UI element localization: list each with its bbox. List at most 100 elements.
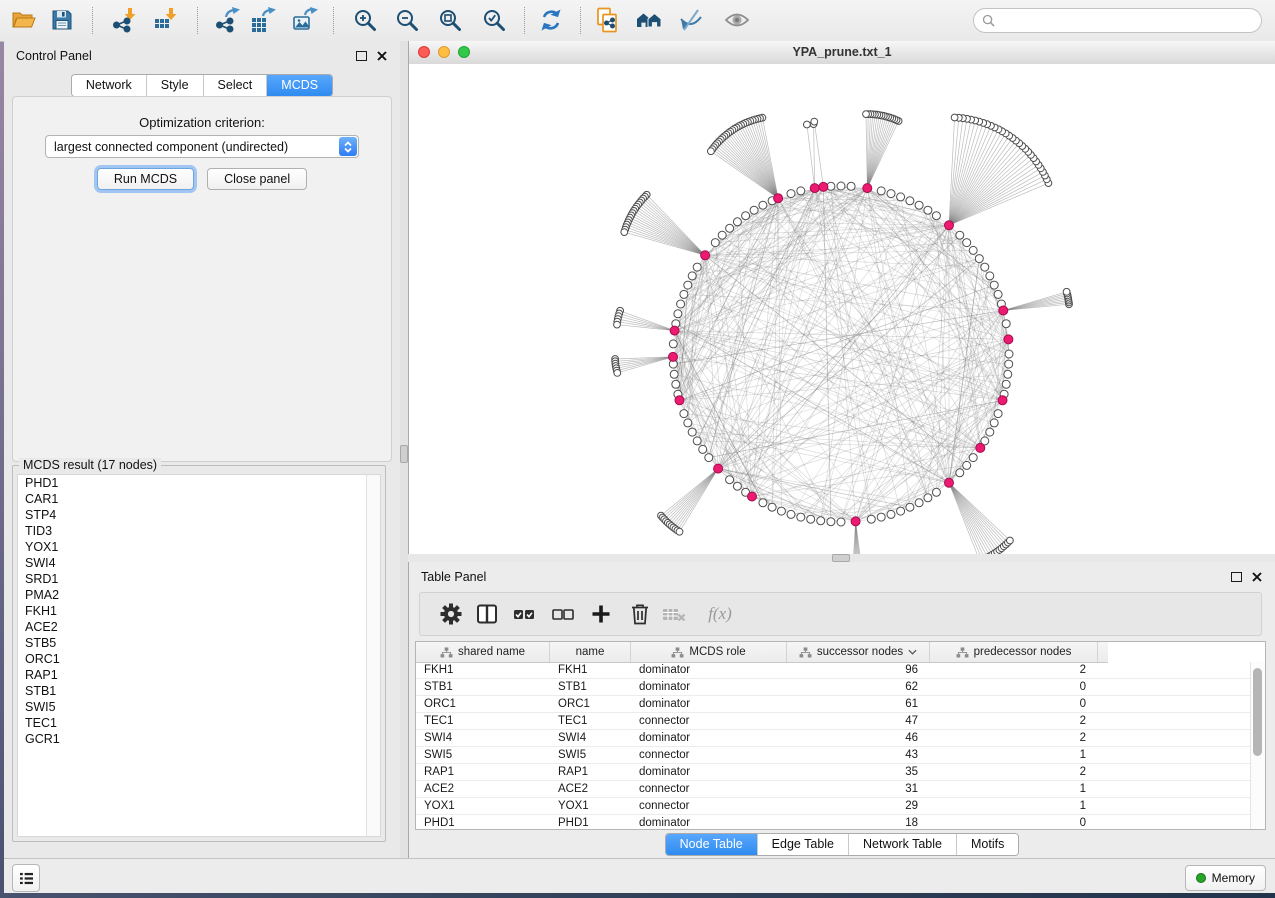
horizontal-splitter[interactable] [408, 554, 1275, 562]
close-panel-button2[interactable]: Close panel [207, 168, 307, 190]
graph-node[interactable] [963, 239, 971, 247]
graph-hub-node-selected[interactable] [774, 194, 783, 203]
import-network-button[interactable] [108, 3, 142, 37]
graph-node[interactable] [924, 494, 932, 502]
graph-node[interactable] [897, 507, 905, 515]
run-mcds-button[interactable]: Run MCDS [97, 168, 194, 190]
float-panel-button[interactable] [355, 50, 367, 62]
graph-node[interactable] [787, 510, 795, 518]
table-scrollbar[interactable] [1250, 662, 1265, 829]
graph-hub-node-selected[interactable] [999, 306, 1008, 315]
graph-node[interactable] [1002, 380, 1010, 388]
graph-node[interactable] [759, 201, 767, 209]
table-row[interactable]: TEC1TEC1connector472 [416, 713, 1251, 730]
graph-hub-node-selected[interactable] [998, 396, 1007, 405]
export-image-button[interactable] [288, 3, 322, 37]
graph-node[interactable] [688, 272, 696, 280]
graph-node[interactable] [932, 488, 940, 496]
graph-node[interactable] [990, 419, 998, 427]
graph-node[interactable] [990, 281, 998, 289]
mcds-result-item[interactable]: ORC1 [18, 651, 380, 667]
float-table-panel-button[interactable] [1230, 571, 1242, 583]
hide-selected-button[interactable] [674, 3, 708, 37]
refresh-view-button[interactable] [534, 3, 568, 37]
graph-node[interactable] [768, 503, 776, 511]
graph-node[interactable] [677, 300, 685, 308]
graph-node[interactable] [951, 114, 958, 121]
graph-node[interactable] [742, 212, 750, 220]
graph-node[interactable] [981, 263, 989, 271]
graph-hub-node-selected[interactable] [810, 184, 819, 193]
graph-node[interactable] [699, 445, 707, 453]
tab-style[interactable]: Style [146, 75, 203, 96]
graph-node[interactable] [827, 518, 835, 526]
mcds-result-item[interactable]: PHD1 [18, 475, 380, 491]
table-row[interactable]: PHD1PHD1dominator180 [416, 815, 1251, 829]
graph-node[interactable] [680, 290, 688, 298]
table-settings-button[interactable] [436, 599, 466, 629]
show-all-button[interactable] [720, 3, 754, 37]
graph-node[interactable] [804, 121, 811, 128]
graph-node[interactable] [963, 461, 971, 469]
graph-node[interactable] [693, 437, 701, 445]
mcds-result-item[interactable]: STB5 [18, 635, 380, 651]
vertical-splitter[interactable] [400, 41, 408, 858]
tab-network[interactable]: Network [72, 75, 146, 96]
zoom-in-button[interactable] [348, 3, 382, 37]
tab-edge-table[interactable]: Edge Table [757, 834, 848, 855]
table-row[interactable]: FKH1FKH1dominator962 [416, 662, 1251, 679]
graph-node[interactable] [969, 246, 977, 254]
graph-node[interactable] [693, 263, 701, 271]
graph-node[interactable] [986, 272, 994, 280]
mcds-list-scrollbar[interactable] [366, 475, 380, 836]
import-table-button[interactable] [149, 3, 183, 37]
graph-hub-node-selected[interactable] [976, 443, 985, 452]
graph-hub-node-selected[interactable] [1004, 335, 1013, 344]
graph-node[interactable] [994, 410, 1002, 418]
graph-hub-node-selected[interactable] [945, 478, 954, 487]
graph-node[interactable] [837, 518, 845, 526]
graph-node[interactable] [986, 428, 994, 436]
graph-node[interactable] [932, 212, 940, 220]
mcds-result-item[interactable]: SWI5 [18, 699, 380, 715]
column-header-mcds-role[interactable]: MCDS role [631, 642, 787, 662]
graph-node[interactable] [969, 454, 977, 462]
memory-button[interactable]: Memory [1185, 865, 1266, 891]
graph-node[interactable] [614, 370, 621, 377]
graph-node[interactable] [708, 148, 715, 155]
mcds-result-item[interactable]: TID3 [18, 523, 380, 539]
graph-hub-node-selected[interactable] [748, 492, 757, 501]
graph-node[interactable] [906, 503, 914, 511]
graph-node[interactable] [705, 454, 713, 462]
table-row[interactable]: SWI5SWI5connector431 [416, 747, 1251, 764]
graph-node[interactable] [956, 231, 964, 239]
mcds-result-item[interactable]: YOX1 [18, 539, 380, 555]
graph-node[interactable] [837, 182, 845, 190]
graph-node[interactable] [1004, 370, 1012, 378]
graph-node[interactable] [718, 231, 726, 239]
graph-node[interactable] [726, 224, 734, 232]
deselect-all-button[interactable] [548, 599, 578, 629]
tab-motifs[interactable]: Motifs [956, 834, 1018, 855]
graph-hub-node-selected[interactable] [701, 251, 710, 260]
graph-node[interactable] [684, 281, 692, 289]
graph-node[interactable] [887, 190, 895, 198]
mcds-result-item[interactable]: FKH1 [18, 603, 380, 619]
graph-hub-node-selected[interactable] [851, 517, 860, 526]
column-header-successor-nodes[interactable]: successor nodes [787, 642, 930, 662]
splitter-handle[interactable] [832, 554, 850, 562]
delete-column-button[interactable] [625, 599, 655, 629]
graph-node[interactable] [867, 515, 875, 523]
graph-node[interactable] [1005, 350, 1013, 358]
graph-hub-node-selected[interactable] [819, 182, 828, 191]
tab-select[interactable]: Select [203, 75, 267, 96]
graph-node[interactable] [994, 290, 1002, 298]
graph-hub-node-selected[interactable] [670, 326, 679, 335]
graph-node[interactable] [807, 515, 815, 523]
graph-node[interactable] [811, 118, 818, 125]
mcds-result-item[interactable]: STB1 [18, 683, 380, 699]
scrollbar-thumb[interactable] [1253, 668, 1262, 756]
graph-node[interactable] [688, 428, 696, 436]
graph-node[interactable] [777, 507, 785, 515]
graph-node[interactable] [614, 321, 621, 328]
